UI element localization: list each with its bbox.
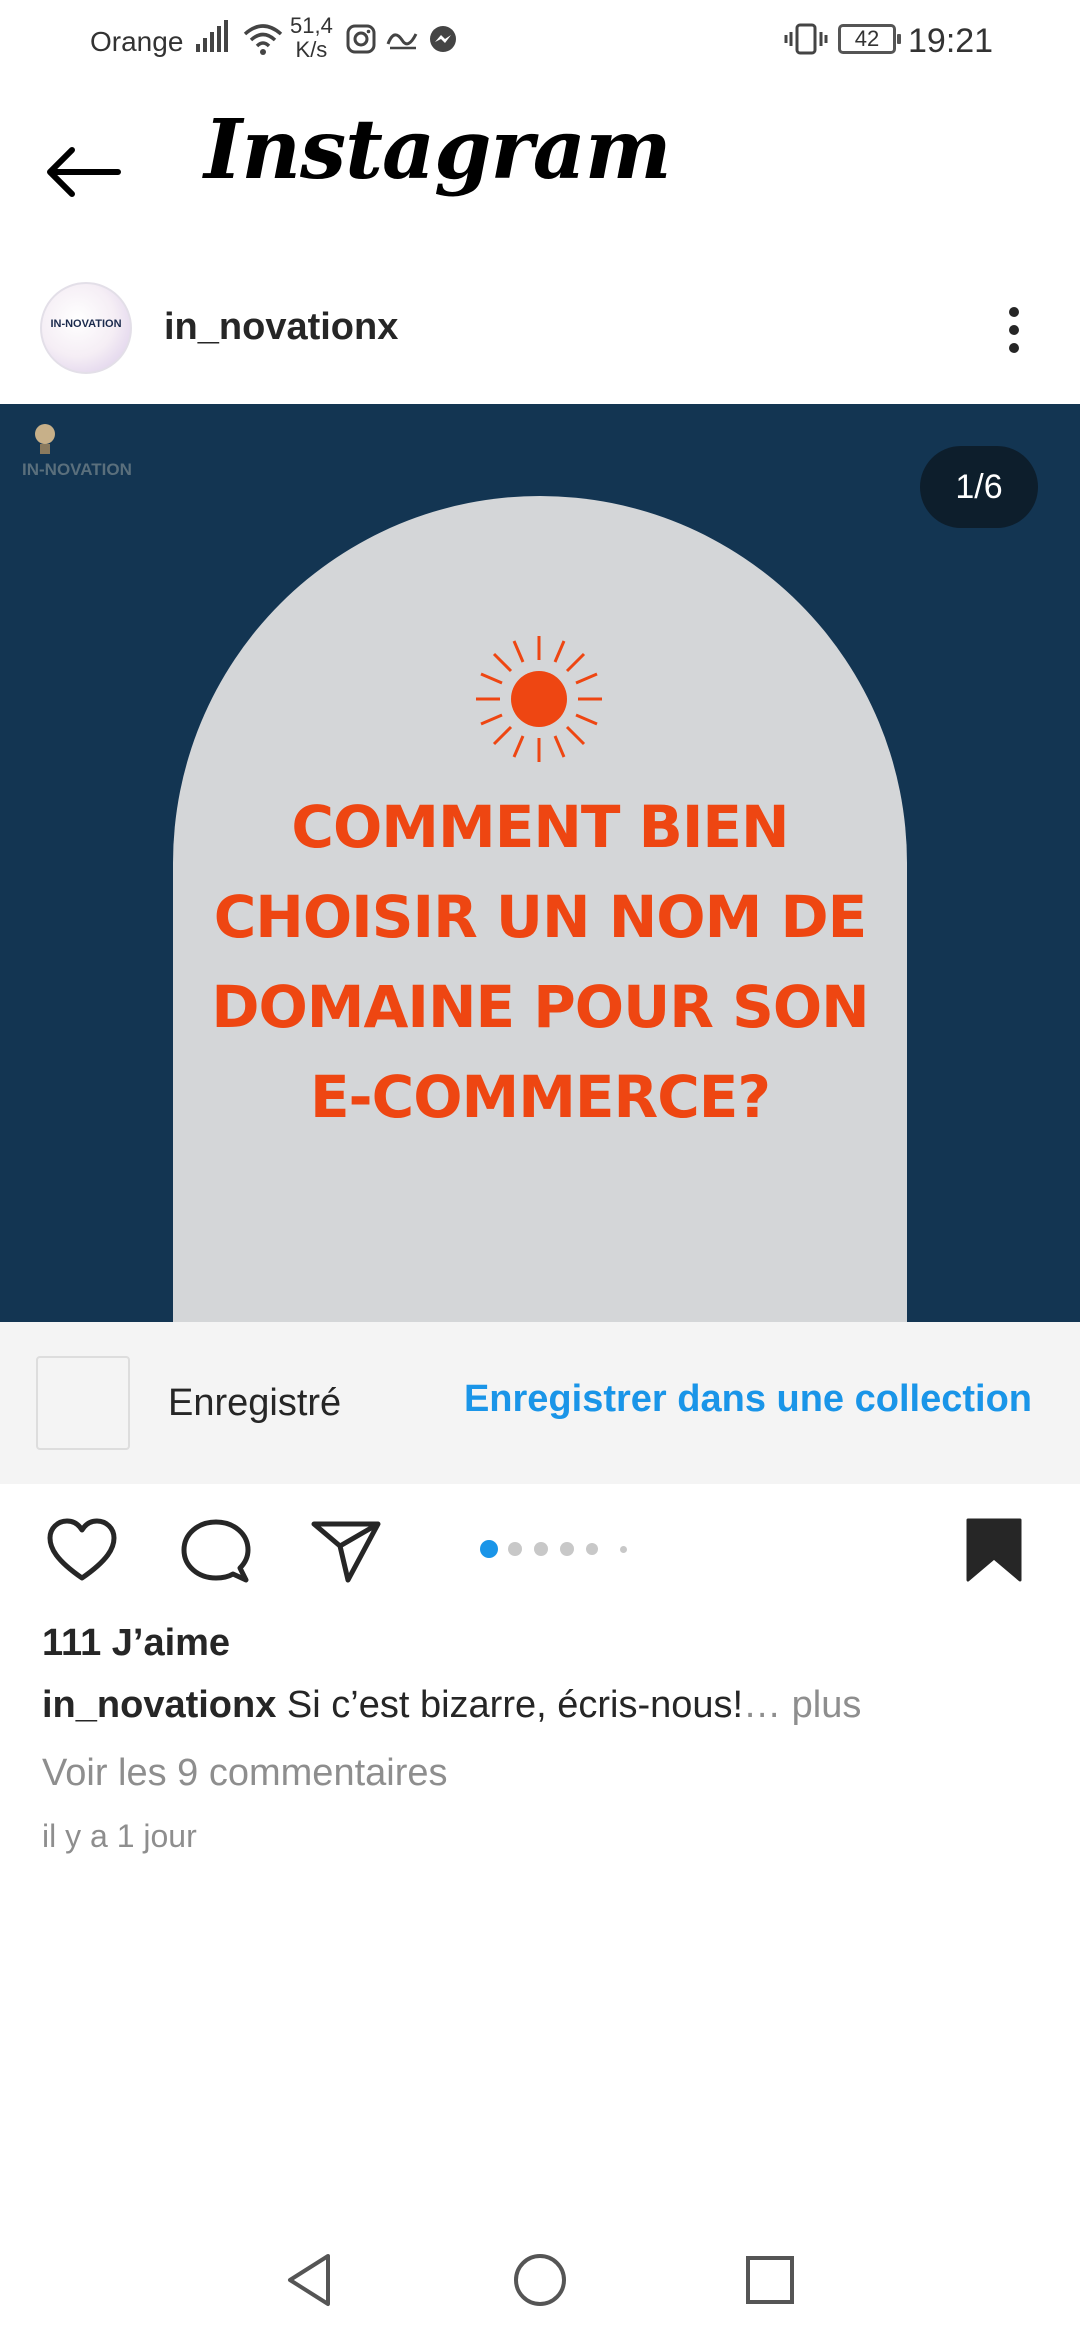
circle-home-icon	[514, 2254, 566, 2306]
headline-line: CHOISIR UN NOM DE	[213, 883, 868, 951]
page-title: Instagram	[204, 102, 672, 198]
network-speed-unit: K/s	[295, 37, 328, 62]
more-vertical-icon	[1009, 307, 1019, 353]
network-speed-value: 51,4	[290, 13, 333, 38]
speech-bubble-icon	[181, 1519, 251, 1583]
sun-icon	[476, 636, 602, 762]
slide-counter-badge: 1/6	[920, 446, 1038, 528]
like-button[interactable]	[46, 1518, 118, 1589]
system-nav-bar	[0, 2220, 1080, 2340]
view-comments-link[interactable]: Voir les 9 commentaires	[42, 1752, 448, 1795]
save-to-collection-link[interactable]: Enregistrer dans une collection	[464, 1378, 1032, 1421]
post-action-bar	[0, 1484, 1080, 1618]
post-timestamp: il y a 1 jour	[42, 1818, 197, 1854]
carousel-dot	[586, 1543, 598, 1555]
headline-line: DOMAINE POUR SON	[211, 973, 869, 1041]
nav-recents-button[interactable]	[742, 2250, 798, 2315]
heart-icon	[47, 1518, 117, 1581]
caption-more-link[interactable]: … plus	[743, 1684, 861, 1726]
post-username[interactable]: in_novationx	[164, 306, 398, 349]
carousel-dot	[508, 1542, 522, 1556]
post-image[interactable]: IN-NOVATION 1/6 COMMENT BIEN CHOISIR UN …	[0, 404, 1080, 1322]
likes-count[interactable]: 111 J’aime	[42, 1622, 230, 1665]
more-options-button[interactable]	[996, 300, 1032, 360]
arrow-left-icon	[47, 147, 121, 197]
carousel-dot	[560, 1542, 574, 1556]
caption-username[interactable]: in_novationx	[42, 1684, 276, 1726]
saved-label: Enregistré	[168, 1382, 342, 1424]
save-button[interactable]	[964, 1518, 1024, 1589]
comment-button[interactable]	[180, 1518, 252, 1589]
lightbulb-icon	[35, 424, 55, 454]
brand-watermark-text: IN-NOVATION	[22, 460, 132, 479]
app-header: Instagram	[0, 82, 1080, 252]
square-recents-icon	[746, 2256, 794, 2304]
carousel-dot	[534, 1542, 548, 1556]
post-header: IN-NOVATION in_novationx	[0, 270, 1080, 404]
caption-text: Si c’est bizarre, écris-nous!	[276, 1684, 744, 1726]
nav-back-button[interactable]	[282, 2250, 338, 2315]
avatar[interactable]: IN-NOVATION	[40, 282, 132, 374]
brand-watermark: IN-NOVATION	[22, 422, 152, 492]
bookmark-filled-icon	[966, 1518, 1022, 1582]
carousel-dot-active	[480, 1540, 498, 1558]
clock: 19:21	[908, 22, 994, 60]
headline-line: E-COMMERCE?	[309, 1063, 771, 1131]
app-notification-icon	[386, 33, 418, 50]
triangle-back-icon	[288, 2254, 330, 2306]
image-headline: COMMENT BIEN CHOISIR UN NOM DE DOMAINE P…	[150, 782, 930, 1142]
vibrate-icon	[784, 23, 828, 55]
status-bar: Orange 51,4 K/s 42 19:21	[0, 0, 1080, 82]
headline-line: COMMENT BIEN	[291, 793, 789, 861]
battery-indicator: 42	[838, 24, 901, 54]
back-button[interactable]	[40, 134, 124, 210]
messenger-icon	[430, 26, 456, 52]
paper-plane-icon	[311, 1521, 381, 1583]
carousel-dot	[620, 1546, 627, 1553]
nav-home-button[interactable]	[512, 2250, 568, 2315]
avatar-logo-text: IN-NOVATION	[50, 318, 122, 330]
signal-icon	[196, 20, 228, 52]
share-button[interactable]	[310, 1518, 382, 1589]
saved-banner: Enregistré Enregistrer dans une collecti…	[0, 1322, 1080, 1484]
saved-thumbnail[interactable]	[36, 1356, 130, 1450]
instagram-notification-icon	[346, 24, 376, 54]
carrier-label: Orange	[90, 26, 184, 57]
wifi-icon	[243, 24, 283, 55]
network-speed: 51,4 K/s	[290, 14, 333, 62]
post-caption: in_novationx Si c’est bizarre, écris-nou…	[42, 1684, 861, 1727]
